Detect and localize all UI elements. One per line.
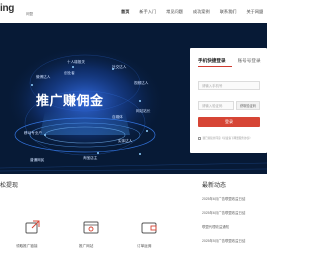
logo-text: ing [0,3,15,14]
nav-item-faq[interactable]: 常见问题 [161,6,188,18]
orbit-label: 创业者 [64,71,75,75]
orbit-label: 实体达人 [118,139,133,143]
login-tabs: 手机快捷登录 账号号登录 [198,58,261,64]
nav-item-cases[interactable]: 成功案例 [188,6,215,18]
tab-sms-login[interactable]: 手机快捷登录 [198,58,226,64]
news-item[interactable]: 2025年5月广告联盟收益日结 [202,238,245,243]
wallet-icon [141,222,157,234]
nav-item-about[interactable]: 关于网盟 [241,6,268,18]
link-icon [25,220,40,234]
feature-label-get-link: 领取推广链接 [16,244,38,248]
main-nav: 首页 新手入门 常见问题 成功案例 联系我们 关于网盟 [116,6,268,18]
nav-item-home[interactable]: 首页 [116,6,134,18]
feature-label-commission: 订单返佣 [137,244,152,248]
orbit-label: 社交达人 [112,65,127,69]
orbit-label: 微博达人 [36,75,51,79]
agreement-text[interactable]: 我已阅读并同意《易发客下网盟服务协议》 [203,136,252,140]
orbit-label: 网站站长 [136,109,151,113]
news-item[interactable]: 2025年6月广告联盟收益日结 [202,210,245,215]
orbit-label: 移动专业户 [24,131,42,135]
orbit-label: 视频达人 [134,81,149,85]
phone-input[interactable]: 请输入手机号 [198,81,260,90]
section-title-news: 最新动态 [202,183,227,189]
orbit-label: 普通网民 [30,158,45,162]
orbit-label: 淘宝店主 [83,156,98,160]
tab-account-login[interactable]: 账号号登录 [238,58,261,64]
nav-item-contact[interactable]: 联系我们 [215,6,242,18]
hero-title: 推广赚佣金 [36,93,104,108]
orbit-label: 十人增推关 [67,60,85,64]
section-title-withdraw: 松提现 [0,183,19,189]
agreement-row: 我已阅读并同意《易发客下网盟服务协议》 [198,136,252,140]
get-code-button[interactable]: 获取验证码 [236,101,260,110]
agree-checkbox[interactable] [198,136,201,140]
nav-item-getting-started[interactable]: 新手入门 [134,6,161,18]
image-code-input[interactable]: 请输入验证码 [198,101,234,110]
news-item[interactable]: 2025年6月广告联盟收益日结 [202,196,245,201]
orbit-label: 自媒体 [112,115,123,119]
logo-subtext: 网盟 [26,12,33,16]
website-icon [83,221,99,234]
feature-label-promote-site: 推广网站 [79,244,94,248]
active-tab-indicator [198,66,232,67]
news-item[interactable]: 联盟代理收益通知 [202,224,229,229]
login-button[interactable]: 登录 [198,117,260,127]
